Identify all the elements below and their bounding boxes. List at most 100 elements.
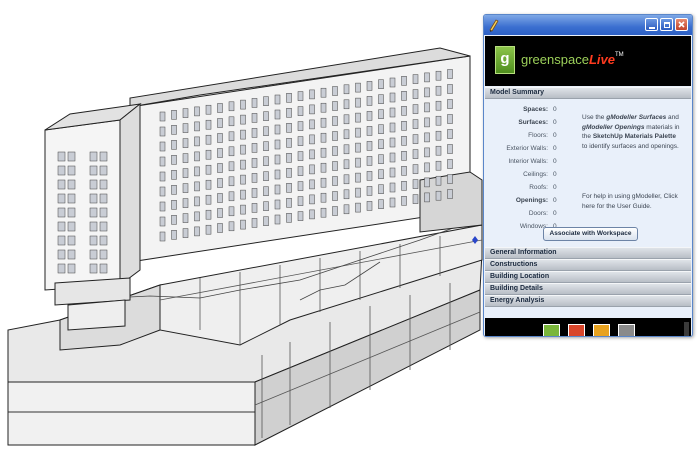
building-window (240, 204, 246, 215)
building-window (67, 235, 76, 246)
section-header-general-information[interactable]: General Information (485, 247, 691, 259)
building-window (297, 91, 304, 101)
help-highlight-palette: SketchUp Materials Palette (592, 133, 676, 140)
building-window (401, 106, 407, 116)
building-window (332, 101, 338, 111)
building-window (205, 134, 212, 145)
building-window (447, 174, 453, 184)
minimize-button[interactable] (645, 18, 658, 31)
building-window (194, 151, 200, 162)
building-window (194, 166, 200, 177)
building-window (67, 193, 76, 204)
brand-title: greenspaceLiveTM (521, 52, 624, 67)
building-window (355, 172, 361, 183)
maximize-icon (664, 22, 670, 28)
section-header-model-summary[interactable]: Model Summary (485, 87, 691, 99)
building-window (424, 147, 430, 158)
sphere-icon[interactable] (618, 324, 635, 336)
section-header-energy-analysis[interactable]: Energy Analysis (485, 295, 691, 307)
building-window (240, 189, 246, 200)
building-window (89, 249, 98, 260)
building-window (435, 145, 442, 156)
building-window (286, 183, 292, 193)
associate-workspace-button[interactable]: Associate with Workspace (543, 227, 638, 241)
building-window (320, 192, 327, 203)
close-button[interactable] (675, 18, 688, 31)
building-window (228, 116, 235, 127)
building-window (274, 169, 281, 180)
building-window (67, 221, 76, 232)
building-window (424, 132, 430, 143)
building-window (240, 159, 246, 170)
building-window (401, 136, 407, 146)
building-window (343, 159, 350, 170)
building-window (447, 69, 453, 79)
chart-report-icon[interactable] (593, 324, 610, 336)
stat-value: 0 (553, 210, 557, 217)
brand-banner: g greenspaceLiveTM (485, 36, 691, 86)
building-window (251, 128, 258, 138)
building-window (228, 146, 235, 157)
building-window (67, 165, 76, 176)
stat-value: 0 (553, 158, 557, 165)
building-window (320, 102, 327, 113)
building-window (171, 200, 177, 210)
stat-label: Openings: (515, 197, 548, 204)
building-window (99, 193, 108, 204)
building-window (447, 189, 453, 199)
building-window (263, 111, 269, 121)
building-window (217, 208, 223, 218)
globe-analysis-icon[interactable] (543, 324, 560, 336)
maximize-button[interactable] (660, 18, 673, 31)
building-window (251, 113, 258, 123)
toolbar-scroll-arrow[interactable] (684, 322, 689, 336)
building-window (217, 103, 223, 113)
building-window (57, 165, 66, 176)
building-window (205, 164, 212, 175)
building-window (67, 249, 76, 260)
building-window (378, 109, 384, 119)
building-window (67, 151, 76, 162)
building-window (99, 235, 108, 246)
building-window (366, 111, 373, 121)
building-window (57, 263, 66, 274)
building-window (401, 151, 407, 161)
stat-label: Ceilings: (523, 171, 548, 178)
layers-icon[interactable] (568, 324, 585, 336)
building-window (389, 197, 396, 208)
building-window (332, 131, 338, 141)
building-window (412, 74, 419, 84)
building-window (343, 114, 350, 125)
building-window (89, 179, 98, 190)
building-window (171, 110, 177, 120)
section-header-constructions[interactable]: Constructions (485, 259, 691, 271)
building-window (99, 207, 108, 218)
panel-titlebar[interactable] (484, 15, 692, 35)
stat-label: Interior Walls: (508, 158, 549, 165)
building-window (240, 99, 246, 110)
building-window (205, 224, 212, 235)
building-window (217, 193, 223, 203)
building-window (378, 154, 384, 164)
building-window (297, 136, 304, 146)
building-window (332, 191, 338, 201)
building-window (378, 139, 384, 149)
section-header-building-location[interactable]: Building Location (485, 271, 691, 283)
building-window (320, 177, 327, 188)
building-window (57, 179, 66, 190)
building-window (332, 176, 338, 186)
building-window (309, 134, 315, 145)
section-header-building-details[interactable]: Building Details (485, 283, 691, 295)
building-window (205, 149, 212, 160)
building-window (424, 87, 430, 98)
building-window (228, 206, 235, 217)
building-window (99, 151, 108, 162)
building-window (401, 121, 407, 131)
building-window (263, 156, 269, 166)
brand-prefix: greenspace (521, 52, 589, 67)
building-window (412, 164, 419, 174)
stat-value: 0 (553, 184, 557, 191)
building-window (355, 127, 361, 138)
building-window (67, 179, 76, 190)
building-window (378, 199, 384, 209)
